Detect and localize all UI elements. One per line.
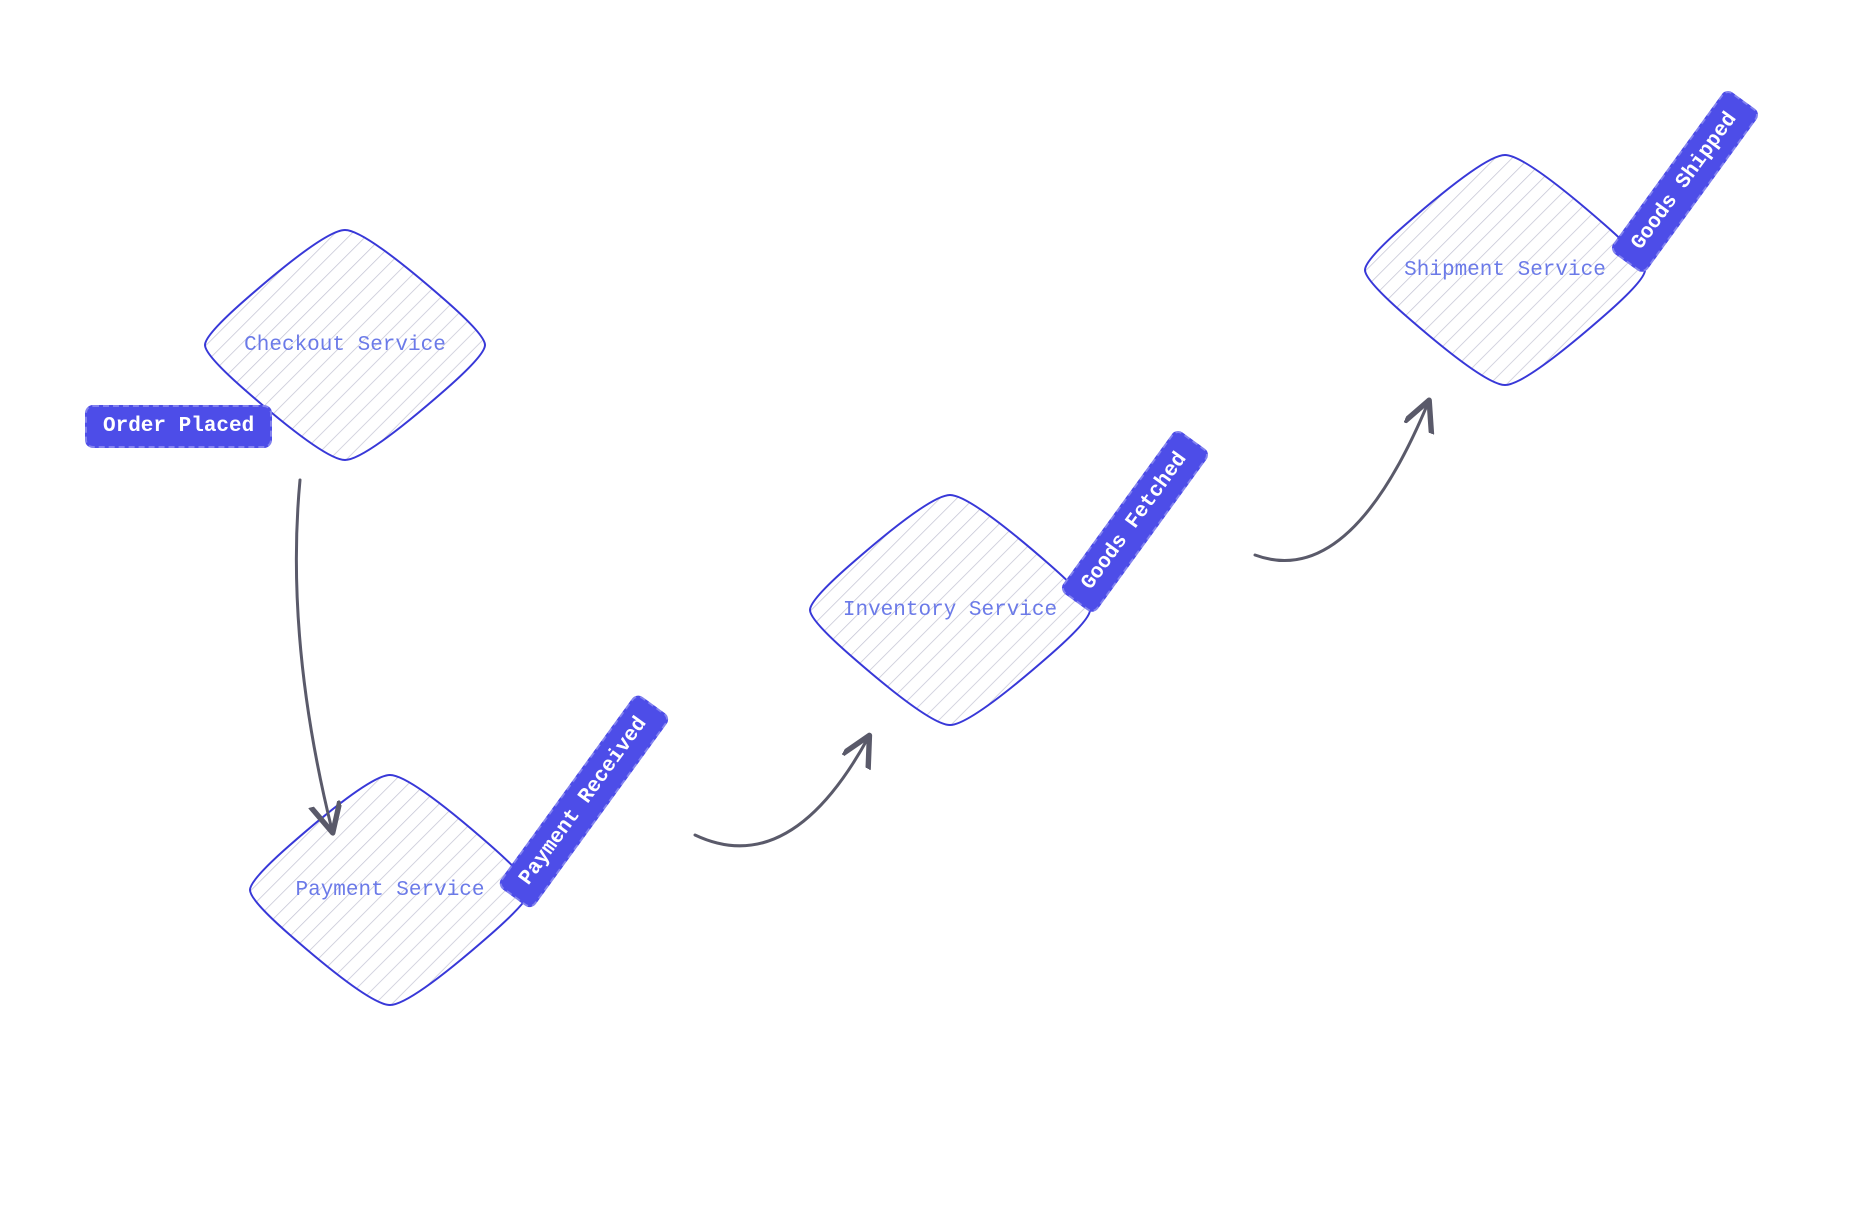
- service-label: Shipment Service: [1404, 259, 1606, 282]
- service-node-payment: Payment Service: [240, 765, 540, 1015]
- service-label: Checkout Service: [244, 334, 446, 357]
- service-label: Payment Service: [295, 879, 484, 902]
- service-label: Inventory Service: [843, 599, 1057, 622]
- event-badge-order-placed: Order Placed: [85, 405, 272, 448]
- arrow-inventory-to-shipment: [1255, 403, 1428, 561]
- choreography-diagram: Checkout Service Payment Service Invento…: [0, 0, 1870, 1224]
- service-node-shipment: Shipment Service: [1355, 145, 1655, 395]
- arrow-payment-to-inventory: [695, 738, 868, 846]
- service-node-inventory: Inventory Service: [800, 485, 1100, 735]
- event-label: Order Placed: [103, 415, 254, 438]
